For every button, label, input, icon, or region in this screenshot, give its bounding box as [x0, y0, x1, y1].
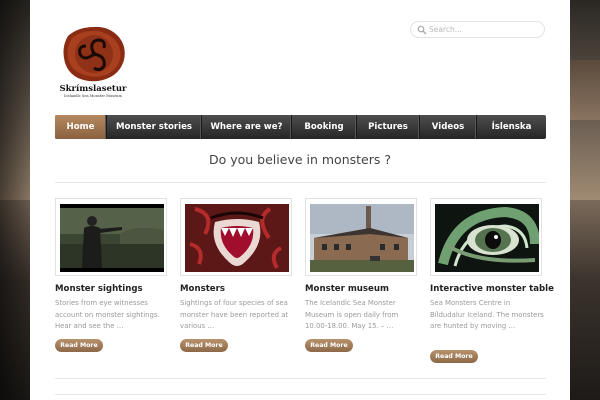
card-excerpt: The Icelandic Sea Monster Museum is open… — [305, 299, 399, 330]
card-excerpt: Sightings of four species of sea monster… — [180, 299, 289, 330]
card-title[interactable]: Interactive monster table — [430, 284, 560, 294]
card-thumbnail[interactable] — [305, 198, 417, 276]
read-more-button[interactable]: Read More — [305, 339, 353, 352]
read-more-button[interactable]: Read More — [430, 350, 478, 363]
search-box[interactable] — [410, 21, 545, 38]
page-container: Skrímslasetur Icelandic Sea Monster Muse… — [30, 0, 570, 400]
card-thumbnail[interactable] — [55, 198, 167, 276]
read-more-button[interactable]: Read More — [55, 339, 103, 352]
nav-item-videos[interactable]: Videos — [420, 115, 477, 139]
nav-item-where-are-we[interactable]: Where are we? — [202, 115, 292, 139]
person-on-shore-image — [60, 204, 164, 272]
logo-name: Skrímslasetur — [59, 84, 127, 94]
nav-item-pictures[interactable]: Pictures — [357, 115, 420, 139]
nav-item-islenska[interactable]: Íslenska — [477, 115, 546, 139]
logo-subtitle: Icelandic Sea Monster Museum — [64, 94, 122, 98]
monster-mouth-image — [185, 204, 289, 272]
nav-item-monster-stories[interactable]: Monster stories — [107, 115, 202, 139]
search-input[interactable] — [429, 22, 539, 37]
card-title[interactable]: Monster museum — [305, 284, 435, 294]
museum-building-image — [310, 204, 414, 272]
card-thumbnail[interactable] — [180, 198, 292, 276]
card-excerpt: Sea Monsters Centre in Bíldudalur Icelan… — [430, 299, 544, 330]
main-nav: Home Monster stories Where are we? Booki… — [55, 115, 546, 139]
nav-item-booking[interactable]: Booking — [292, 115, 357, 139]
card-title[interactable]: Monsters — [180, 284, 310, 294]
seal-logo-icon — [63, 26, 125, 82]
site-logo[interactable]: Skrímslasetur Icelandic Sea Monster Muse… — [55, 22, 131, 100]
divider — [55, 378, 546, 379]
nav-item-home[interactable]: Home — [55, 115, 107, 139]
card-title[interactable]: Monster sightings — [55, 284, 185, 294]
card-thumbnail[interactable] — [430, 198, 542, 276]
card-excerpt: Stories from eye witnesses account on mo… — [55, 299, 160, 330]
read-more-button[interactable]: Read More — [180, 339, 228, 352]
divider — [55, 182, 546, 183]
monster-eye-image — [435, 204, 539, 272]
divider — [55, 394, 546, 395]
tagline: Do you believe in monsters ? — [209, 152, 391, 167]
search-icon — [417, 25, 427, 35]
